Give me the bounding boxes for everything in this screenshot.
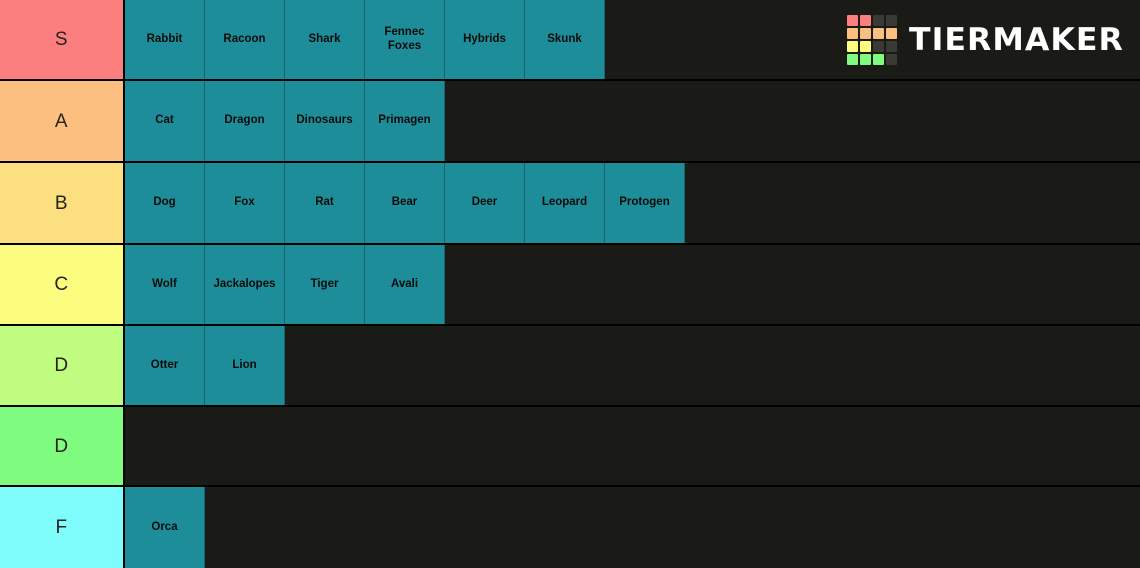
tier-row: A Cat Dragon Dinosaurs Primagen [0,81,1140,163]
logo-grid-cell-10 [873,41,885,52]
logo-grid-cell-7 [886,28,898,39]
tier-row: F Orca [0,487,1140,568]
tier-item[interactable]: Skunk [525,0,605,79]
tiermaker-grid-icon [847,15,898,65]
logo-grid-cell-4 [847,28,859,39]
logo-grid-cell-14 [873,54,885,65]
logo-grid-cell-13 [860,54,872,65]
tier-item[interactable]: Leopard [525,163,605,243]
logo-grid-cell-15 [886,54,898,65]
tier-item[interactable]: Wolf [125,245,205,324]
logo-grid-cell-5 [860,28,872,39]
logo-grid-cell-11 [886,41,898,52]
tier-row: D Otter Lion [0,326,1140,407]
tier-item[interactable]: Otter [125,326,205,405]
tiermaker-logo: TIERMAKER [847,15,1123,65]
tier-items-1[interactable]: Cat Dragon Dinosaurs Primagen [125,81,1140,161]
tier-item[interactable]: Shark [285,0,365,79]
tier-label-3[interactable]: C [0,245,125,324]
tier-label-5[interactable]: D [0,407,125,485]
tier-item[interactable]: Orca [125,487,205,568]
tier-label-1[interactable]: A [0,81,125,161]
tier-item[interactable]: Primagen [365,81,445,161]
tier-items-3[interactable]: Wolf Jackalopes Tiger Avali [125,245,1140,324]
tier-item[interactable]: Avali [365,245,445,324]
tier-item[interactable]: Jackalopes [205,245,285,324]
tiermaker-wordmark: TIERMAKER [909,21,1125,58]
tier-item[interactable]: Cat [125,81,205,161]
logo-grid-cell-9 [860,41,872,52]
tier-item[interactable]: Tiger [285,245,365,324]
tier-item[interactable]: Rat [285,163,365,243]
tier-item[interactable]: Dinosaurs [285,81,365,161]
tier-items-4[interactable]: Otter Lion [125,326,1140,405]
tier-item[interactable]: Hybrids [445,0,525,79]
tier-label-0[interactable]: S [0,0,125,79]
tier-item[interactable]: Lion [205,326,285,405]
tier-label-2[interactable]: B [0,163,125,243]
tier-item[interactable]: Dragon [205,81,285,161]
tier-list-board: TIERMAKER S Rabbit Racoon Shark Fennec Foxes… [0,0,1140,568]
tier-label-6[interactable]: F [0,487,125,568]
logo-grid-cell-6 [873,28,885,39]
tier-item[interactable]: Fox [205,163,285,243]
tier-item[interactable]: Deer [445,163,525,243]
tier-item[interactable]: Fennec Foxes [365,0,445,79]
logo-grid-cell-0 [847,15,859,26]
tier-item[interactable]: Protogen [605,163,685,243]
logo-grid-cell-2 [873,15,885,26]
tier-row: C Wolf Jackalopes Tiger Avali [0,245,1140,326]
tier-item[interactable]: Rabbit [125,0,205,79]
tier-item[interactable]: Racoon [205,0,285,79]
logo-grid-cell-3 [886,15,898,26]
tier-items-6[interactable]: Orca [125,487,1140,568]
logo-grid-cell-8 [847,41,859,52]
tier-rows-container: S Rabbit Racoon Shark Fennec Foxes Hybrids Sku… [0,0,1140,568]
tier-row: B Dog Fox Rat Bear Deer Leopard Protogen [0,163,1140,245]
logo-grid-cell-12 [847,54,859,65]
tier-item[interactable]: Dog [125,163,205,243]
tier-item[interactable]: Bear [365,163,445,243]
tier-items-2[interactable]: Dog Fox Rat Bear Deer Leopard Protogen [125,163,1140,243]
tier-label-4[interactable]: D [0,326,125,405]
logo-grid-cell-1 [860,15,872,26]
tier-row: D [0,407,1140,487]
tier-items-5[interactable] [125,407,1140,485]
